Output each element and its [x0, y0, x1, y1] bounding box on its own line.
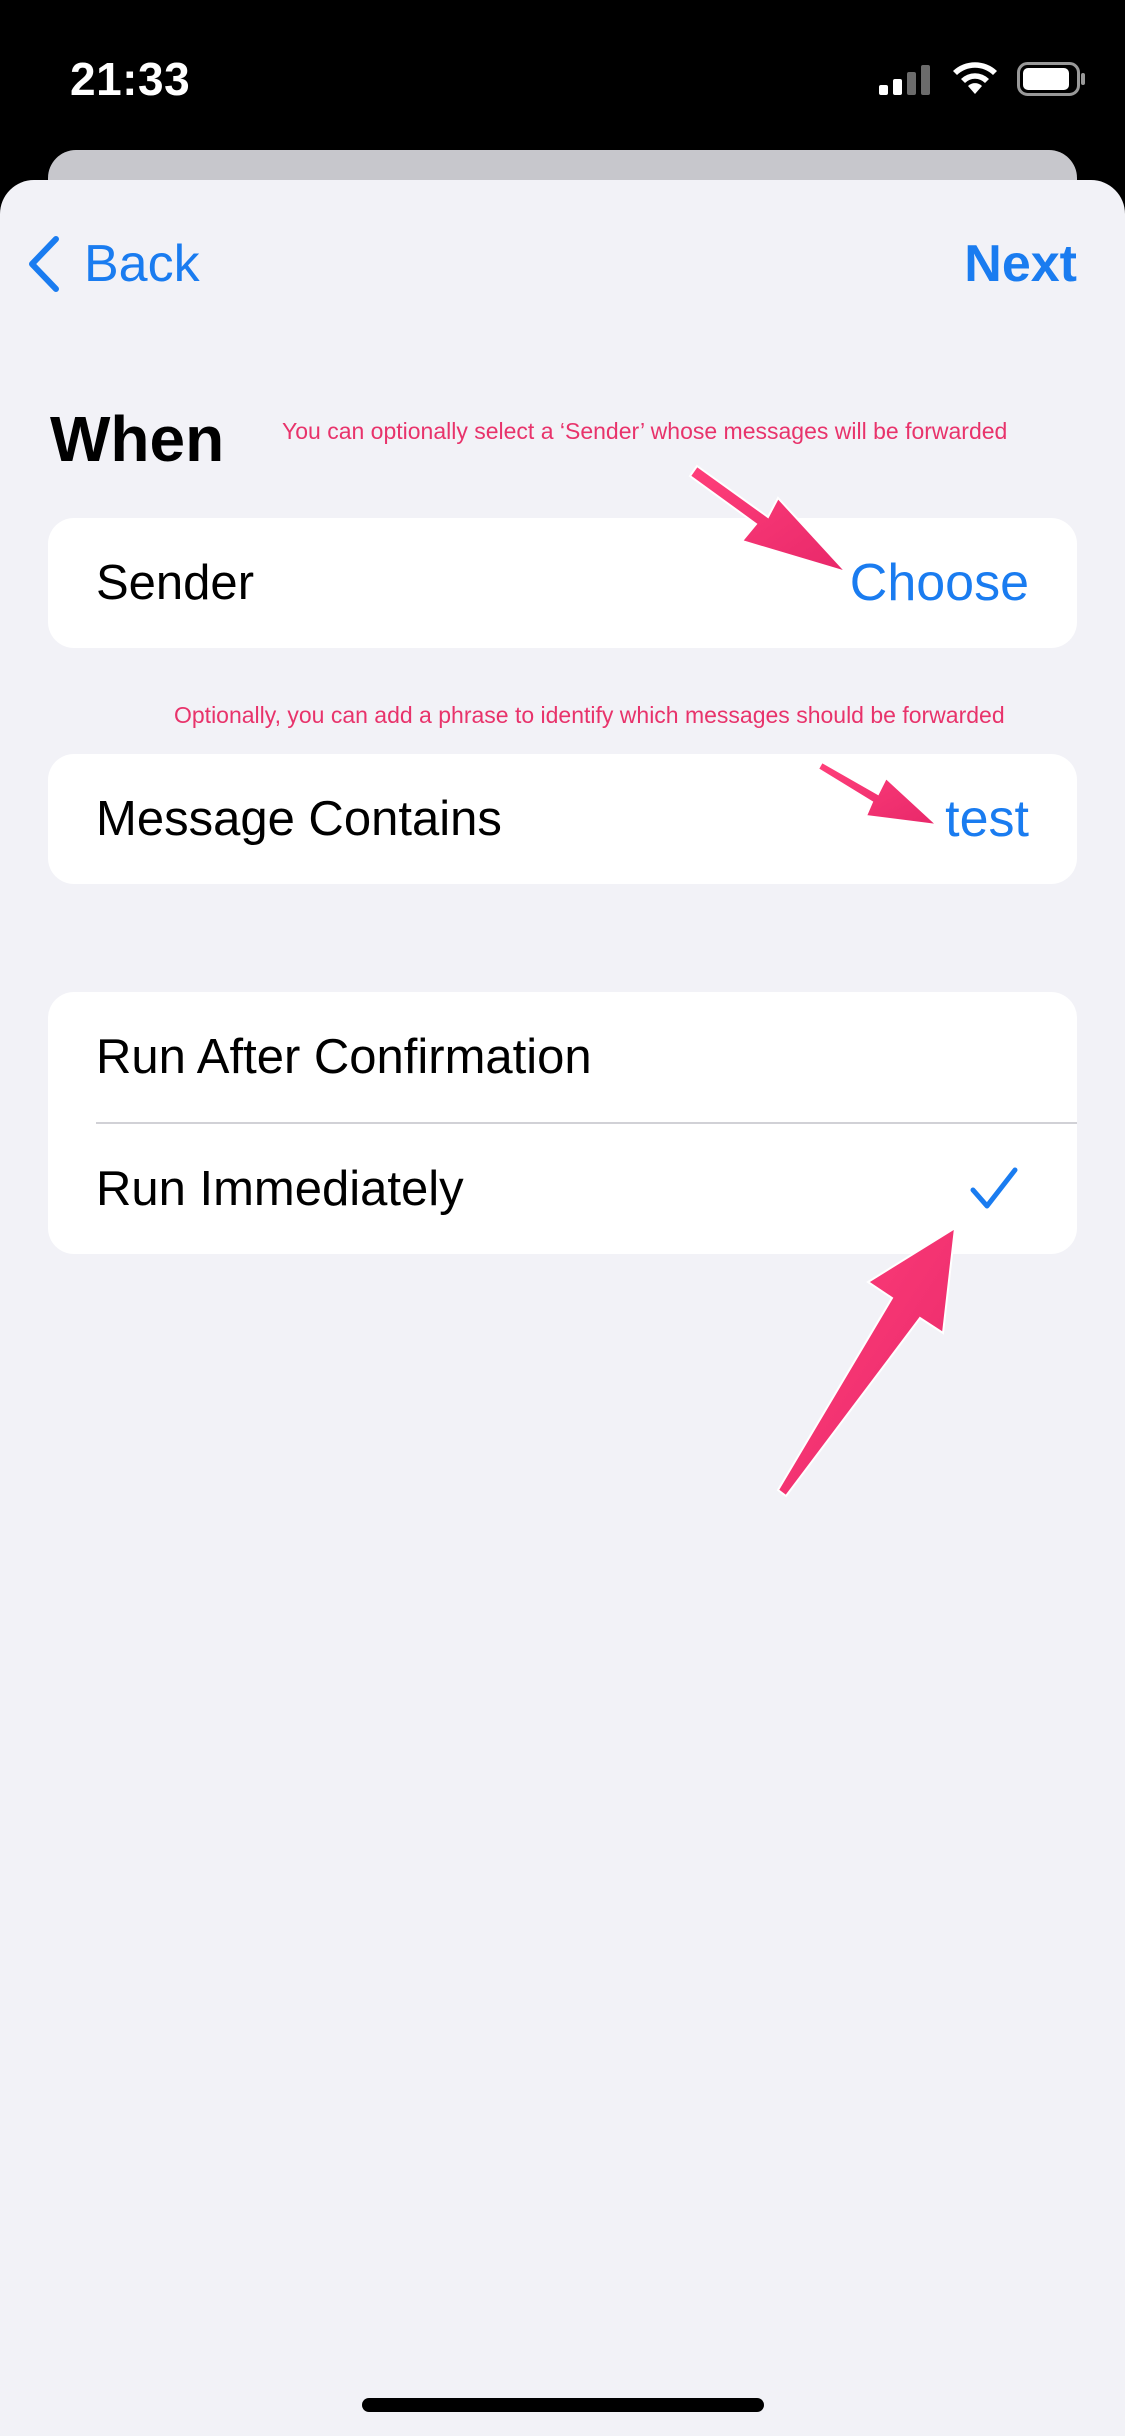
message-contains-value[interactable]: test [945, 789, 1029, 849]
status-time: 21:33 [70, 53, 191, 105]
sender-row[interactable]: Sender Choose [48, 518, 1077, 648]
home-indicator[interactable] [362, 2398, 764, 2412]
status-icons [879, 62, 1087, 96]
wifi-icon [953, 62, 997, 94]
automation-sheet: Back Next When You can optionally select… [0, 180, 1125, 2436]
sender-annotation: You can optionally select a ‘Sender’ who… [282, 418, 1008, 444]
back-button-label: Back [84, 235, 200, 293]
run-options-card: Run After Confirmation Run Immediately [48, 992, 1077, 1254]
sender-choose-button[interactable]: Choose [850, 553, 1029, 613]
checkmark-icon [970, 1167, 1018, 1209]
chevron-left-icon [29, 236, 59, 292]
message-annotation: Optionally, you can add a phrase to iden… [174, 702, 1005, 728]
message-contains-label: Message Contains [96, 792, 502, 846]
section-title: When [50, 403, 225, 475]
status-bar: 21:33 [0, 0, 1125, 150]
run-option-immediately[interactable]: Run Immediately [48, 1124, 1077, 1254]
next-button[interactable]: Next [964, 234, 1077, 294]
run-option-label: Run After Confirmation [96, 1030, 592, 1084]
message-contains-card: Message Contains test [48, 754, 1077, 884]
run-option-after-confirmation[interactable]: Run After Confirmation [48, 992, 1077, 1122]
battery-icon [1017, 62, 1085, 96]
cellular-signal-icon [879, 65, 930, 95]
arrow-to-checkmark [776, 1226, 957, 1498]
back-button[interactable]: Back [26, 234, 200, 294]
message-contains-row[interactable]: Message Contains test [48, 754, 1077, 884]
screen: 21:33 Back Next When You can optionally … [0, 0, 1125, 2436]
sender-card: Sender Choose [48, 518, 1077, 648]
sender-label: Sender [96, 556, 255, 610]
run-option-label: Run Immediately [96, 1162, 464, 1216]
